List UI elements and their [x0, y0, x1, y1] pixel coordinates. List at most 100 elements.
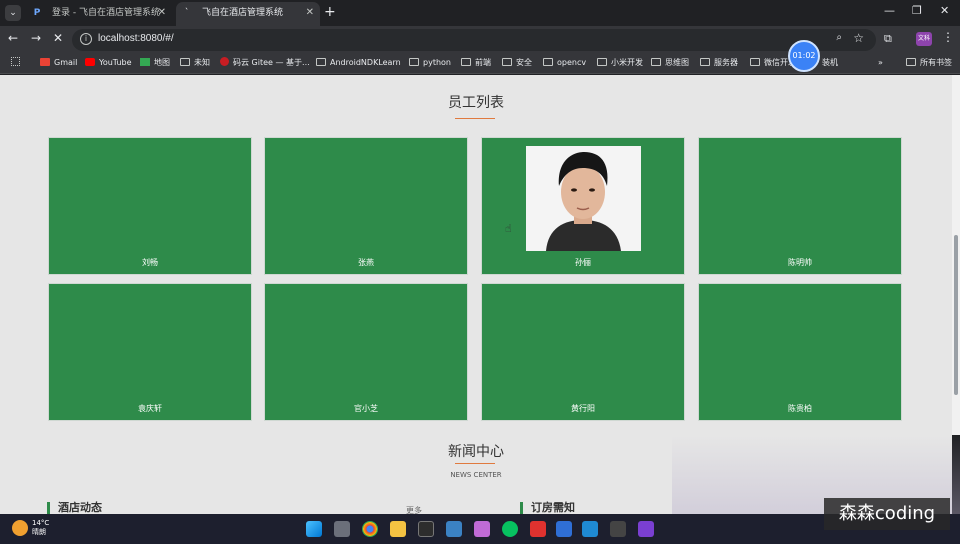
folder-icon — [316, 58, 326, 66]
tab-search-button[interactable]: ⌄ — [5, 5, 21, 21]
profile-avatar[interactable]: 文科 — [916, 32, 932, 46]
maps-icon — [140, 58, 150, 66]
folder-icon — [750, 58, 760, 66]
restore-icon[interactable]: ❐ — [912, 4, 922, 17]
weather-widget[interactable]: 14°C 晴朗 — [32, 519, 49, 537]
staff-card[interactable]: 官小芝 — [264, 283, 468, 421]
more-bookmarks-icon[interactable]: » — [878, 57, 883, 69]
new-tab-button[interactable]: + — [324, 4, 336, 20]
wps-icon[interactable] — [530, 521, 546, 537]
staff-card[interactable]: 袁庆轩 — [48, 283, 252, 421]
bookmark-star-icon[interactable]: ☆ — [853, 31, 864, 45]
bookmark-folder[interactable]: 安全 — [502, 57, 532, 69]
video-watermark: 森森coding — [824, 498, 950, 530]
staff-card[interactable]: 刘畅 — [48, 137, 252, 275]
bookmark-folder[interactable]: 装机 — [822, 57, 838, 69]
address-bar[interactable]: i localhost:8080/#/ ⌕ ☆ — [72, 29, 876, 51]
powerpoint-icon[interactable] — [556, 521, 572, 537]
bookmark-maps[interactable]: 地图 — [140, 57, 170, 69]
minimize-icon[interactable]: — — [884, 4, 895, 17]
gmail-icon — [40, 58, 50, 66]
folder-icon — [461, 58, 471, 66]
staff-name: 刘畅 — [142, 258, 158, 267]
scrollbar-thumb[interactable] — [954, 235, 958, 395]
bookmark-folder[interactable]: 思维图 — [651, 57, 689, 69]
gitee-icon — [220, 57, 229, 66]
folder-icon — [906, 58, 916, 66]
start-icon[interactable] — [306, 521, 322, 537]
bookmark-folder[interactable]: 小米开发 — [597, 57, 643, 69]
extensions-icon[interactable]: ⧉ — [884, 32, 892, 46]
bookmark-folder[interactable]: 服务器 — [700, 57, 738, 69]
folder-icon — [180, 58, 190, 66]
bookmark-folder[interactable]: python — [409, 57, 451, 69]
title-underline — [455, 463, 495, 464]
tab-strip: ⌄ P 登录 - 飞自在酒店管理系统 ✕ ˋ 飞自在酒店管理系统 ✕ + — ❐… — [0, 0, 960, 26]
staff-card[interactable]: 张燕 — [264, 137, 468, 275]
site-favicon-icon: P — [33, 8, 41, 18]
staff-name: 官小芝 — [354, 404, 378, 413]
folder-icon — [409, 58, 419, 66]
apps-icon[interactable] — [11, 57, 24, 69]
booking-notice-heading: 订房需知 — [520, 502, 575, 514]
tab-title: 飞自在酒店管理系统 — [202, 8, 284, 18]
notepad-icon[interactable] — [446, 521, 462, 537]
loading-icon: ˋ — [184, 8, 190, 18]
back-icon[interactable]: ← — [8, 31, 18, 45]
staff-name: 张燕 — [358, 258, 374, 267]
staff-photo — [526, 146, 641, 251]
jetbrains-icon[interactable] — [638, 521, 654, 537]
site-info-icon[interactable]: i — [80, 33, 92, 45]
folder-icon — [700, 58, 710, 66]
forward-icon[interactable]: → — [31, 31, 41, 45]
task-view-icon[interactable] — [334, 521, 350, 537]
page-scrollbar[interactable] — [952, 75, 960, 435]
temperature: 14°C — [32, 519, 50, 527]
staff-name: 陈贵柏 — [788, 404, 812, 413]
bookmark-youtube[interactable]: YouTube — [85, 57, 132, 69]
hotel-news-heading: 酒店动态 — [47, 502, 102, 514]
weather-icon[interactable] — [12, 520, 28, 536]
staff-card[interactable]: 孙俪 — [481, 137, 685, 275]
zoom-icon[interactable]: ⌕ — [836, 32, 842, 43]
close-tab-icon[interactable]: ✕ — [306, 2, 314, 24]
staff-name: 孙俪 — [575, 258, 591, 267]
menu-kebab-icon[interactable]: ⋮ — [942, 30, 954, 44]
staff-name: 袁庆轩 — [138, 404, 162, 413]
file-explorer-icon[interactable] — [390, 521, 406, 537]
bookmark-all[interactable]: 所有书签 — [906, 57, 952, 69]
vscode-icon[interactable] — [582, 521, 598, 537]
tab-title: 登录 - 飞自在酒店管理系统 — [52, 8, 160, 18]
staff-name: 黄行阳 — [571, 404, 595, 413]
staff-card[interactable]: 陈贵柏 — [698, 283, 902, 421]
staff-name: 陈明帅 — [788, 258, 812, 267]
staff-card[interactable]: 黄行阳 — [481, 283, 685, 421]
stop-loading-icon[interactable]: ✕ — [53, 31, 63, 45]
chrome-icon[interactable] — [362, 521, 378, 537]
app-icon[interactable] — [610, 521, 626, 537]
close-window-icon[interactable]: ✕ — [940, 4, 949, 17]
weather-condition: 晴朗 — [32, 528, 46, 536]
recording-timer: 01:02 — [788, 40, 820, 72]
hand-cursor-icon: ☝ — [505, 222, 512, 235]
bookmark-gitee[interactable]: 码云 Gitee — 基于... — [220, 57, 310, 69]
more-link[interactable]: 更多 — [406, 505, 422, 514]
app-icon[interactable] — [474, 521, 490, 537]
title-underline — [455, 118, 495, 119]
youtube-icon — [85, 58, 95, 66]
bookmark-folder[interactable]: opencv — [543, 57, 586, 69]
staff-section-title: 员工列表 — [448, 95, 504, 111]
close-tab-icon[interactable]: ✕ — [158, 2, 166, 24]
tab-hotel-system[interactable]: ˋ 飞自在酒店管理系统 ✕ — [176, 2, 320, 26]
wechat-icon[interactable] — [502, 521, 518, 537]
tab-login[interactable]: P 登录 - 飞自在酒店管理系统 ✕ — [26, 2, 172, 26]
staff-card[interactable]: 陈明帅 — [698, 137, 902, 275]
terminal-icon[interactable] — [418, 521, 434, 537]
bookmark-gmail[interactable]: Gmail — [40, 57, 77, 69]
windows-taskbar: 14°C 晴朗 — [0, 514, 960, 544]
bookmark-folder[interactable]: AndroidNDKLearn — [316, 57, 401, 69]
bookmark-folder[interactable]: 未知 — [180, 57, 210, 69]
bookmark-folder[interactable]: 前端 — [461, 57, 491, 69]
folder-icon — [651, 58, 661, 66]
url-text[interactable]: localhost:8080/#/ — [98, 33, 174, 44]
